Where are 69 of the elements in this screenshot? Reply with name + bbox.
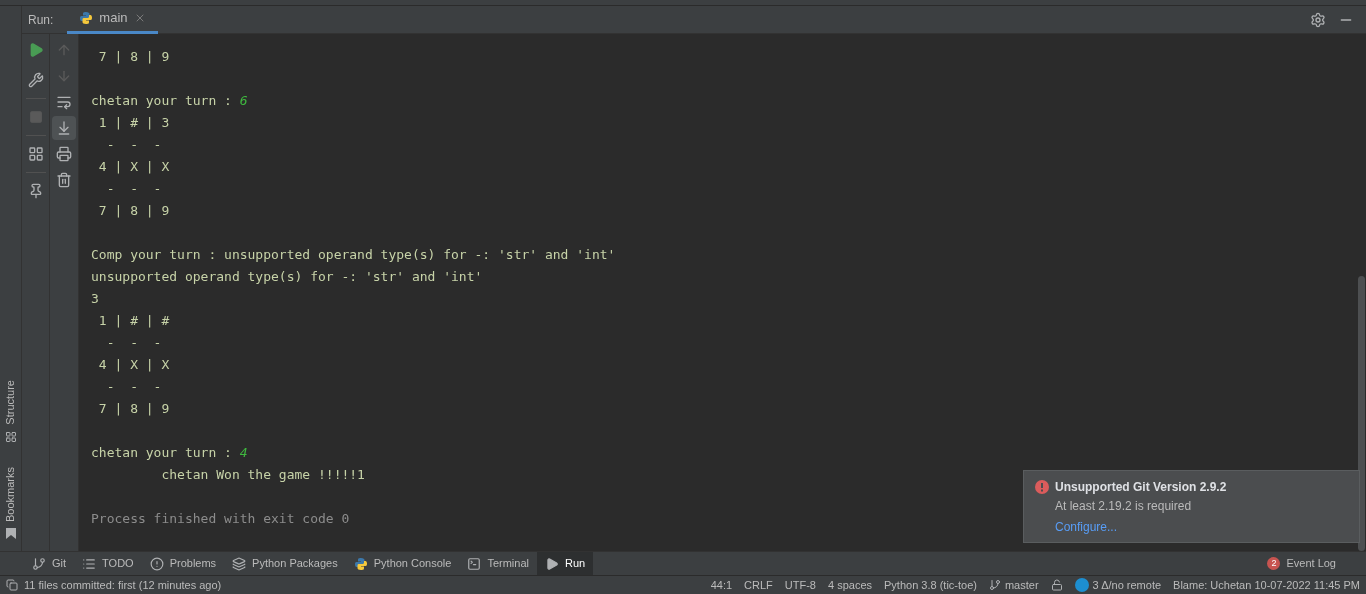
scroll-to-end-button[interactable]	[52, 116, 76, 140]
tool-window-tab[interactable]: Python Console	[345, 551, 460, 576]
event-log-tab[interactable]: 2 Event Log	[1267, 555, 1354, 572]
error-icon	[1035, 480, 1049, 494]
settings-icon[interactable]	[1310, 11, 1326, 28]
alert-icon	[149, 556, 164, 571]
tool-window-tab[interactable]: Problems	[141, 551, 225, 576]
panels-icon[interactable]	[6, 579, 18, 591]
status-message: 11 files committed: first (12 minutes ago)	[24, 577, 222, 593]
console-line: 4 | X | X	[97, 356, 170, 374]
wrench-icon	[27, 72, 44, 88]
trash-icon	[56, 172, 72, 188]
run-label: Run:	[28, 11, 54, 29]
console-line: 1 | # | #	[97, 312, 170, 330]
console-line: 1 | # | 3	[97, 114, 170, 132]
side-panel-tab[interactable]: Bookmarks	[2, 466, 19, 522]
structure-icon	[4, 430, 17, 443]
console-line: - - -	[105, 378, 162, 396]
list-icon	[82, 556, 97, 571]
console-line: chetan your turn :	[91, 92, 233, 110]
console-line: Process finished with exit code 0	[91, 510, 350, 528]
printer-icon	[56, 146, 72, 162]
git-branch[interactable]: master	[1004, 576, 1039, 594]
console-line: 4 | X | X	[97, 158, 170, 176]
interpreter-setting[interactable]: Python 3.8 (tic-toe)	[884, 576, 977, 594]
console-line: - - -	[105, 136, 162, 154]
console-line: 3	[91, 290, 99, 308]
console-line: chetan Won the game !!!!!1	[160, 466, 365, 484]
indent-setting[interactable]: 4 spaces	[828, 576, 872, 594]
tool-window-tab[interactable]: Git	[24, 551, 75, 576]
console-line: - - -	[105, 180, 162, 198]
caret-position[interactable]: 44:1	[710, 576, 733, 594]
line-separator[interactable]: CRLF	[744, 576, 773, 594]
wrap-icon	[56, 94, 72, 110]
bookmark-icon	[5, 528, 16, 539]
configure-link[interactable]: Configure...	[1055, 516, 1118, 538]
stop-icon	[28, 110, 43, 124]
count-badge: 2	[1267, 557, 1281, 570]
git-changes[interactable]: 3 Δ/no remote	[1092, 576, 1162, 594]
tool-window-tab[interactable]: TODO	[74, 551, 142, 576]
arrow-down-icon	[56, 68, 72, 84]
scrollbar-thumb[interactable]	[1358, 276, 1365, 551]
console-line: unsupported operand type(s) for -: 'str' and 'int'	[91, 268, 483, 286]
input-text: 6	[239, 92, 248, 110]
input-text: 4	[239, 444, 248, 462]
branch-icon	[988, 579, 1001, 591]
console-line: Comp your turn : unsupported operand type(s) for -: 'str' and 'int'	[91, 246, 616, 264]
lock-icon[interactable]	[1050, 579, 1063, 591]
file-encoding[interactable]: UTF-8	[784, 576, 816, 594]
notification-title: Unsupported Git Version 2.9.2	[1055, 479, 1227, 496]
terminal-icon	[467, 556, 482, 571]
side-panel-tab[interactable]: Structure	[2, 380, 19, 425]
console-line: - - -	[105, 334, 162, 352]
tool-window-tab[interactable]: Python Packages	[224, 551, 346, 576]
branch-icon	[32, 556, 46, 571]
console-line: 7 | 8 | 9	[97, 48, 170, 66]
scroll-to-end-icon	[56, 120, 72, 136]
python-icon	[79, 11, 94, 25]
console-line: 7 | 8 | 9	[97, 400, 170, 418]
layout-icon	[27, 146, 44, 162]
blame-info[interactable]: Blame: Uchetan 10-07-2022 11:45 PM	[1173, 576, 1360, 594]
notification-message: At least 2.19.2 is required	[1055, 498, 1193, 515]
tool-window-tab[interactable]: Run	[537, 551, 594, 576]
console-line: 7 | 8 | 9	[97, 202, 170, 220]
python-icon	[353, 556, 368, 571]
layers-icon	[232, 556, 247, 571]
tool-window-tab[interactable]: Terminal	[459, 551, 537, 576]
play-icon	[545, 556, 559, 571]
console-line: chetan your turn :	[91, 444, 233, 462]
